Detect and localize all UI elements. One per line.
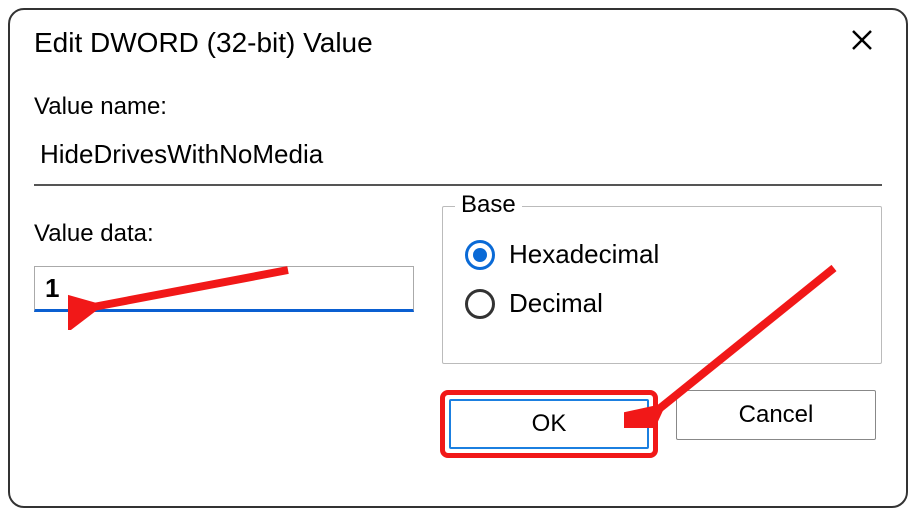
radio-decimal[interactable]: Decimal xyxy=(465,288,859,319)
radio-label: Decimal xyxy=(509,288,603,319)
dialog-titlebar: Edit DWORD (32-bit) Value xyxy=(34,20,882,81)
radio-icon xyxy=(465,240,495,270)
base-legend: Base xyxy=(455,191,522,219)
base-group: Base Hexadecimal Decimal xyxy=(442,206,882,364)
value-name-text: HideDrivesWithNoMedia xyxy=(34,135,329,174)
radio-hexadecimal[interactable]: Hexadecimal xyxy=(465,239,859,270)
cancel-button[interactable]: Cancel xyxy=(676,390,876,440)
close-icon[interactable] xyxy=(842,24,882,61)
edit-dword-dialog: Edit DWORD (32-bit) Value Value name: Hi… xyxy=(8,8,908,508)
ok-button[interactable]: OK xyxy=(449,399,649,449)
dialog-title: Edit DWORD (32-bit) Value xyxy=(34,27,373,59)
value-name-label: Value name: xyxy=(34,93,882,121)
radio-icon xyxy=(465,289,495,319)
value-data-input[interactable] xyxy=(34,266,414,312)
ok-highlight: OK xyxy=(440,390,658,458)
value-name-field[interactable]: HideDrivesWithNoMedia xyxy=(34,135,882,186)
value-data-label: Value data: xyxy=(34,220,414,248)
button-row: OK Cancel xyxy=(34,390,882,458)
radio-label: Hexadecimal xyxy=(509,239,659,270)
